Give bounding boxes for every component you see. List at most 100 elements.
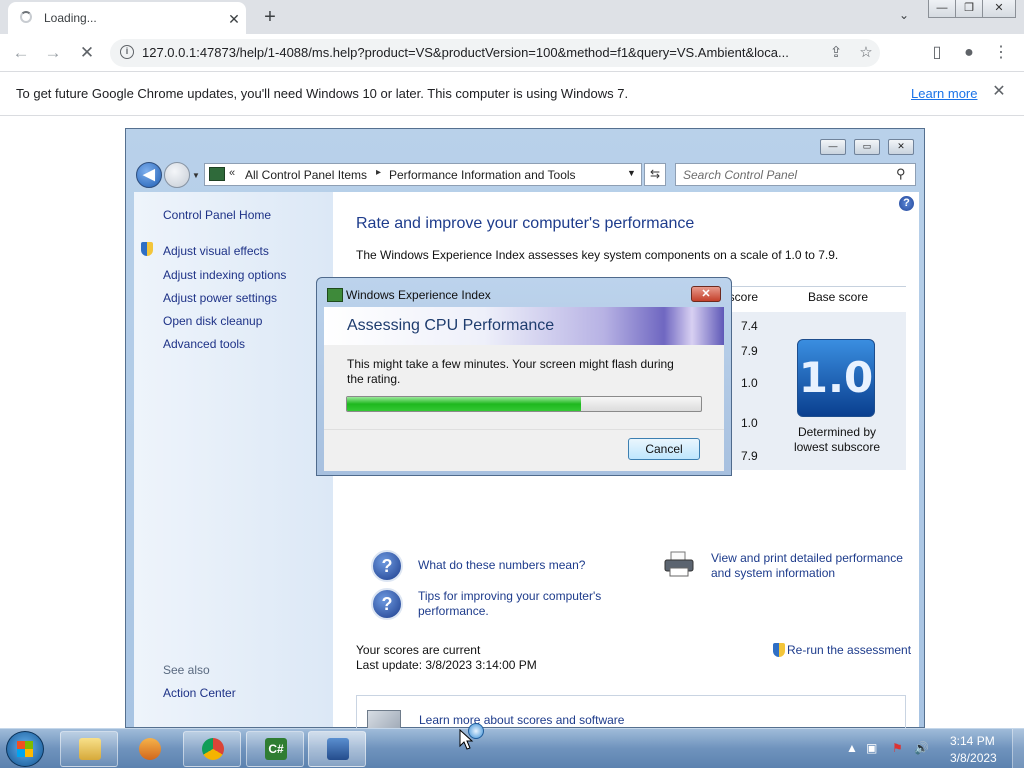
csharp-icon: C# bbox=[265, 738, 287, 760]
address-dropdown-icon[interactable]: ▼ bbox=[627, 168, 636, 178]
dialog-banner: Assessing CPU Performance bbox=[324, 307, 724, 345]
breadcrumb-separator-icon[interactable]: ▸ bbox=[376, 167, 381, 178]
subscore-value: 7.4 bbox=[741, 319, 758, 333]
search-placeholder: Search Control Panel bbox=[683, 168, 798, 182]
question-icon: ? bbox=[371, 550, 403, 582]
open-disk-cleanup-link[interactable]: Open disk cleanup bbox=[163, 314, 262, 328]
cp-back-button[interactable]: ◀ bbox=[136, 162, 162, 188]
dialog-body: Assessing CPU Performance This might tak… bbox=[324, 307, 724, 471]
volume-icon[interactable]: 🔊 bbox=[914, 741, 929, 755]
adjust-power-settings-link[interactable]: Adjust power settings bbox=[163, 291, 277, 305]
base-score-tile: 1.0 bbox=[797, 339, 875, 417]
action-center-link[interactable]: Action Center bbox=[163, 686, 236, 700]
cp-minimize-button[interactable]: — bbox=[820, 139, 846, 155]
infobar-message: To get future Google Chrome updates, you… bbox=[16, 86, 629, 101]
stop-button[interactable]: ✕ bbox=[76, 42, 98, 64]
printer-icon bbox=[664, 551, 694, 577]
chrome-icon bbox=[202, 738, 224, 760]
control-panel-home-link[interactable]: Control Panel Home bbox=[163, 208, 271, 222]
side-panel-icon[interactable]: ▯ bbox=[926, 42, 948, 64]
url-text[interactable]: 127.0.0.1:47873/help/1-4088/ms.help?prod… bbox=[142, 45, 857, 60]
update-infobar: To get future Google Chrome updates, you… bbox=[0, 71, 1024, 116]
tab-title: Loading... bbox=[44, 11, 97, 25]
tab-close-icon[interactable]: ✕ bbox=[224, 9, 244, 29]
tab-search-button[interactable]: ⌄ bbox=[894, 8, 914, 26]
loading-spinner-icon bbox=[20, 11, 32, 23]
adjust-visual-effects-link[interactable]: Adjust visual effects bbox=[163, 244, 269, 258]
base-score-caption: Determined by lowest subscore bbox=[793, 425, 881, 454]
learn-more-link[interactable]: Learn more bbox=[911, 86, 977, 101]
cp-address-bar[interactable]: « All Control Panel Items ▸ Performance … bbox=[204, 163, 642, 186]
network-icon[interactable]: ▣ bbox=[866, 741, 877, 755]
performance-tools-icon bbox=[327, 738, 349, 760]
taskbar-media-player-button[interactable] bbox=[120, 731, 178, 767]
subscore-value: 7.9 bbox=[741, 344, 758, 358]
show-desktop-button[interactable] bbox=[1012, 729, 1024, 769]
recent-pages-dropdown-icon[interactable]: ▼ bbox=[192, 171, 200, 180]
infobar-close-icon[interactable]: ✕ bbox=[990, 83, 1008, 101]
last-update-text: Last update: 3/8/2023 3:14:00 PM bbox=[356, 658, 537, 672]
breadcrumb-performance[interactable]: Performance Information and Tools bbox=[389, 168, 576, 182]
taskbar-visual-studio-button[interactable]: C# bbox=[246, 731, 304, 767]
page-description: The Windows Experience Index assesses ke… bbox=[356, 248, 839, 262]
view-print-details-link[interactable]: View and print detailed performance and … bbox=[711, 551, 911, 581]
window-maximize-button[interactable]: ❐ bbox=[955, 0, 983, 18]
dialog-heading: Assessing CPU Performance bbox=[347, 317, 555, 334]
cp-close-button[interactable]: ✕ bbox=[888, 139, 914, 155]
cancel-button[interactable]: Cancel bbox=[628, 438, 700, 460]
taskbar: C# ▲ ▣ ⚑ 🔊 3:14 PM 3/8/2023 bbox=[0, 728, 1024, 769]
browser-toolbar: ← → ✕ i 127.0.0.1:47873/help/1-4088/ms.h… bbox=[0, 34, 1024, 71]
clock-date[interactable]: 3/8/2023 bbox=[950, 751, 997, 765]
back-button[interactable]: ← bbox=[10, 42, 32, 64]
subscore-value: 1.0 bbox=[741, 376, 758, 390]
cp-search-input[interactable]: Search Control Panel ⚲ bbox=[675, 163, 916, 186]
clock-time[interactable]: 3:14 PM bbox=[950, 734, 995, 748]
taskbar-control-panel-button[interactable] bbox=[308, 731, 366, 767]
left-nav-pane: Control Panel Home Adjust visual effects… bbox=[134, 192, 333, 727]
forward-button[interactable]: → bbox=[42, 42, 64, 64]
rerun-assessment-link[interactable]: Re-run the assessment bbox=[787, 643, 911, 657]
dialog-footer: Cancel bbox=[324, 429, 724, 471]
address-bar[interactable]: i 127.0.0.1:47873/help/1-4088/ms.help?pr… bbox=[110, 39, 880, 67]
subscore-value: 1.0 bbox=[741, 416, 758, 430]
see-also-heading: See also bbox=[163, 663, 210, 677]
start-button[interactable] bbox=[6, 731, 44, 767]
taskbar-chrome-button[interactable] bbox=[183, 731, 241, 767]
question-icon: ? bbox=[371, 588, 403, 620]
window-minimize-button[interactable]: — bbox=[928, 0, 956, 18]
profile-icon[interactable]: ● bbox=[958, 42, 980, 64]
page-title: Rate and improve your computer's perform… bbox=[356, 215, 695, 232]
wei-app-icon bbox=[327, 288, 343, 302]
search-icon[interactable]: ⚲ bbox=[896, 166, 906, 182]
taskbar-explorer-button[interactable] bbox=[60, 731, 118, 767]
dialog-message: This might take a few minutes. Your scre… bbox=[347, 357, 674, 386]
breadcrumb-overflow-icon[interactable]: « bbox=[229, 167, 235, 179]
media-player-icon bbox=[139, 738, 161, 760]
windows-logo-icon bbox=[17, 749, 33, 757]
bookmark-star-icon[interactable]: ☆ bbox=[856, 43, 876, 63]
cp-forward-button[interactable] bbox=[164, 162, 190, 188]
what-numbers-mean-link[interactable]: What do these numbers mean? bbox=[418, 558, 585, 573]
menu-icon[interactable]: ⋮ bbox=[990, 42, 1012, 64]
control-panel-icon bbox=[209, 167, 225, 181]
refresh-button[interactable]: ⇆ bbox=[644, 163, 666, 186]
busy-indicator-icon bbox=[468, 723, 484, 739]
advanced-tools-link[interactable]: Advanced tools bbox=[163, 337, 245, 351]
new-tab-button[interactable]: + bbox=[258, 5, 282, 29]
share-icon[interactable]: ⇪ bbox=[826, 43, 846, 63]
scores-current-text: Your scores are current bbox=[356, 643, 481, 657]
subscore-value: 7.9 bbox=[741, 449, 758, 463]
adjust-indexing-options-link[interactable]: Adjust indexing options bbox=[163, 268, 286, 282]
dialog-title: Windows Experience Index bbox=[346, 288, 491, 302]
breadcrumb-all-items[interactable]: All Control Panel Items bbox=[245, 168, 367, 182]
browser-tab[interactable]: Loading... ✕ bbox=[8, 2, 246, 34]
wei-dialog: Windows Experience Index ✕ Assessing CPU… bbox=[316, 277, 732, 476]
show-hidden-icons-button[interactable]: ▲ bbox=[846, 741, 858, 755]
cp-maximize-button[interactable]: ▭ bbox=[854, 139, 880, 155]
help-icon[interactable]: ? bbox=[899, 196, 914, 211]
action-center-flag-icon[interactable]: ⚑ bbox=[892, 741, 903, 755]
tips-improving-link[interactable]: Tips for improving your computer's perfo… bbox=[418, 589, 628, 619]
window-close-button[interactable]: ✕ bbox=[982, 0, 1016, 18]
dialog-close-button[interactable]: ✕ bbox=[691, 286, 721, 302]
site-info-icon[interactable]: i bbox=[120, 45, 134, 59]
